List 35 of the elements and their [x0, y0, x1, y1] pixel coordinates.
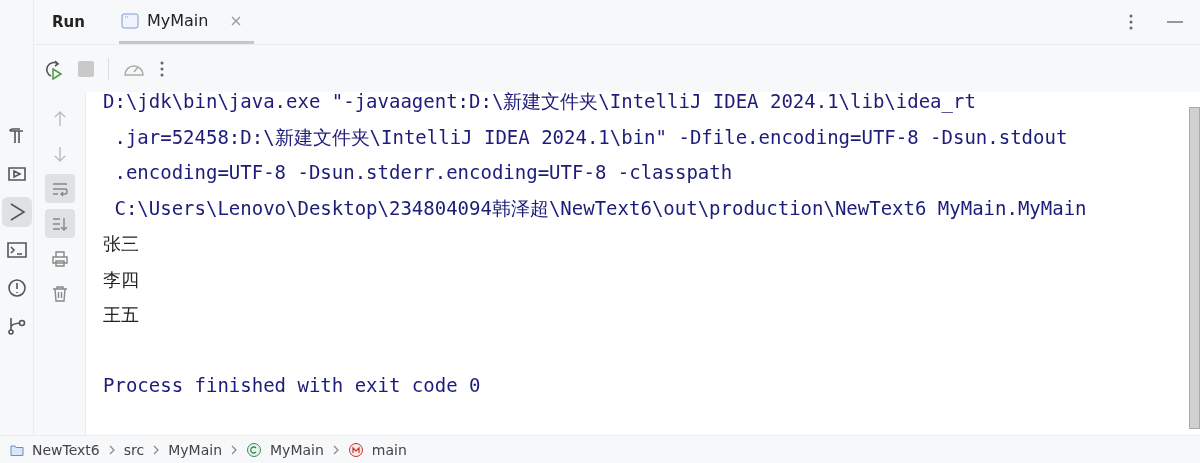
more-icon[interactable] [1128, 13, 1134, 31]
console-action-button[interactable] [44, 174, 75, 203]
console-line: Process finished with exit code 0 [103, 373, 482, 398]
console-output: 王五 [103, 303, 140, 327]
chevron-icon [152, 445, 161, 455]
console-output: 李四 [103, 267, 140, 292]
chevron-icon [331, 445, 340, 455]
console-line: .jar=52458:D:\新建文件夹\IntelliJ IDEA 2024.1\bin" -Dfile.encoding=UTF-8 -Dsun.stdout [113, 124, 1069, 150]
breadcrumb[interactable]: NewText6 [32, 442, 100, 458]
console-line: D:\jdk\bin\java.exe "-javaagent:D:\新建文件夹\IntelliJ IDEA 2024.1\lib\idea_rt [103, 89, 977, 115]
breadcrumb[interactable]: MyMain [168, 442, 222, 458]
close-icon[interactable] [230, 14, 243, 27]
breadcrumb[interactable]: main [371, 442, 407, 458]
window-icon [120, 12, 139, 29]
console-line: .encoding=UTF-8 -Dsun.stderr.encoding=UTF-8 -classpath [113, 160, 734, 185]
chevron-icon [107, 445, 116, 455]
method-icon [347, 442, 364, 458]
terminal-icon [5, 239, 28, 261]
more-icon[interactable] [159, 59, 165, 78]
console-line: C:\Users\Lenovo\Desktop\234804094韩泽超\NewText6\out\production\NewText6 MyMain.MyMain [113, 195, 1088, 221]
scrollbar[interactable] [1189, 107, 1200, 429]
folder-icon [10, 444, 24, 456]
warning-icon [5, 277, 28, 299]
breadcrumb[interactable]: MyMain [270, 442, 324, 458]
tool-window-title: Run [52, 13, 85, 31]
console-output: 张三 [103, 232, 140, 256]
branch-icon [5, 315, 28, 337]
console-action-button[interactable] [44, 209, 75, 238]
breadcrumb[interactable]: src [123, 442, 145, 458]
minimize-icon[interactable] [1166, 20, 1184, 24]
stripe-button[interactable] [1, 197, 32, 227]
chevron-icon [230, 445, 238, 455]
printer-icon [50, 249, 69, 268]
trash-icon [50, 284, 69, 303]
class-icon [246, 442, 262, 458]
